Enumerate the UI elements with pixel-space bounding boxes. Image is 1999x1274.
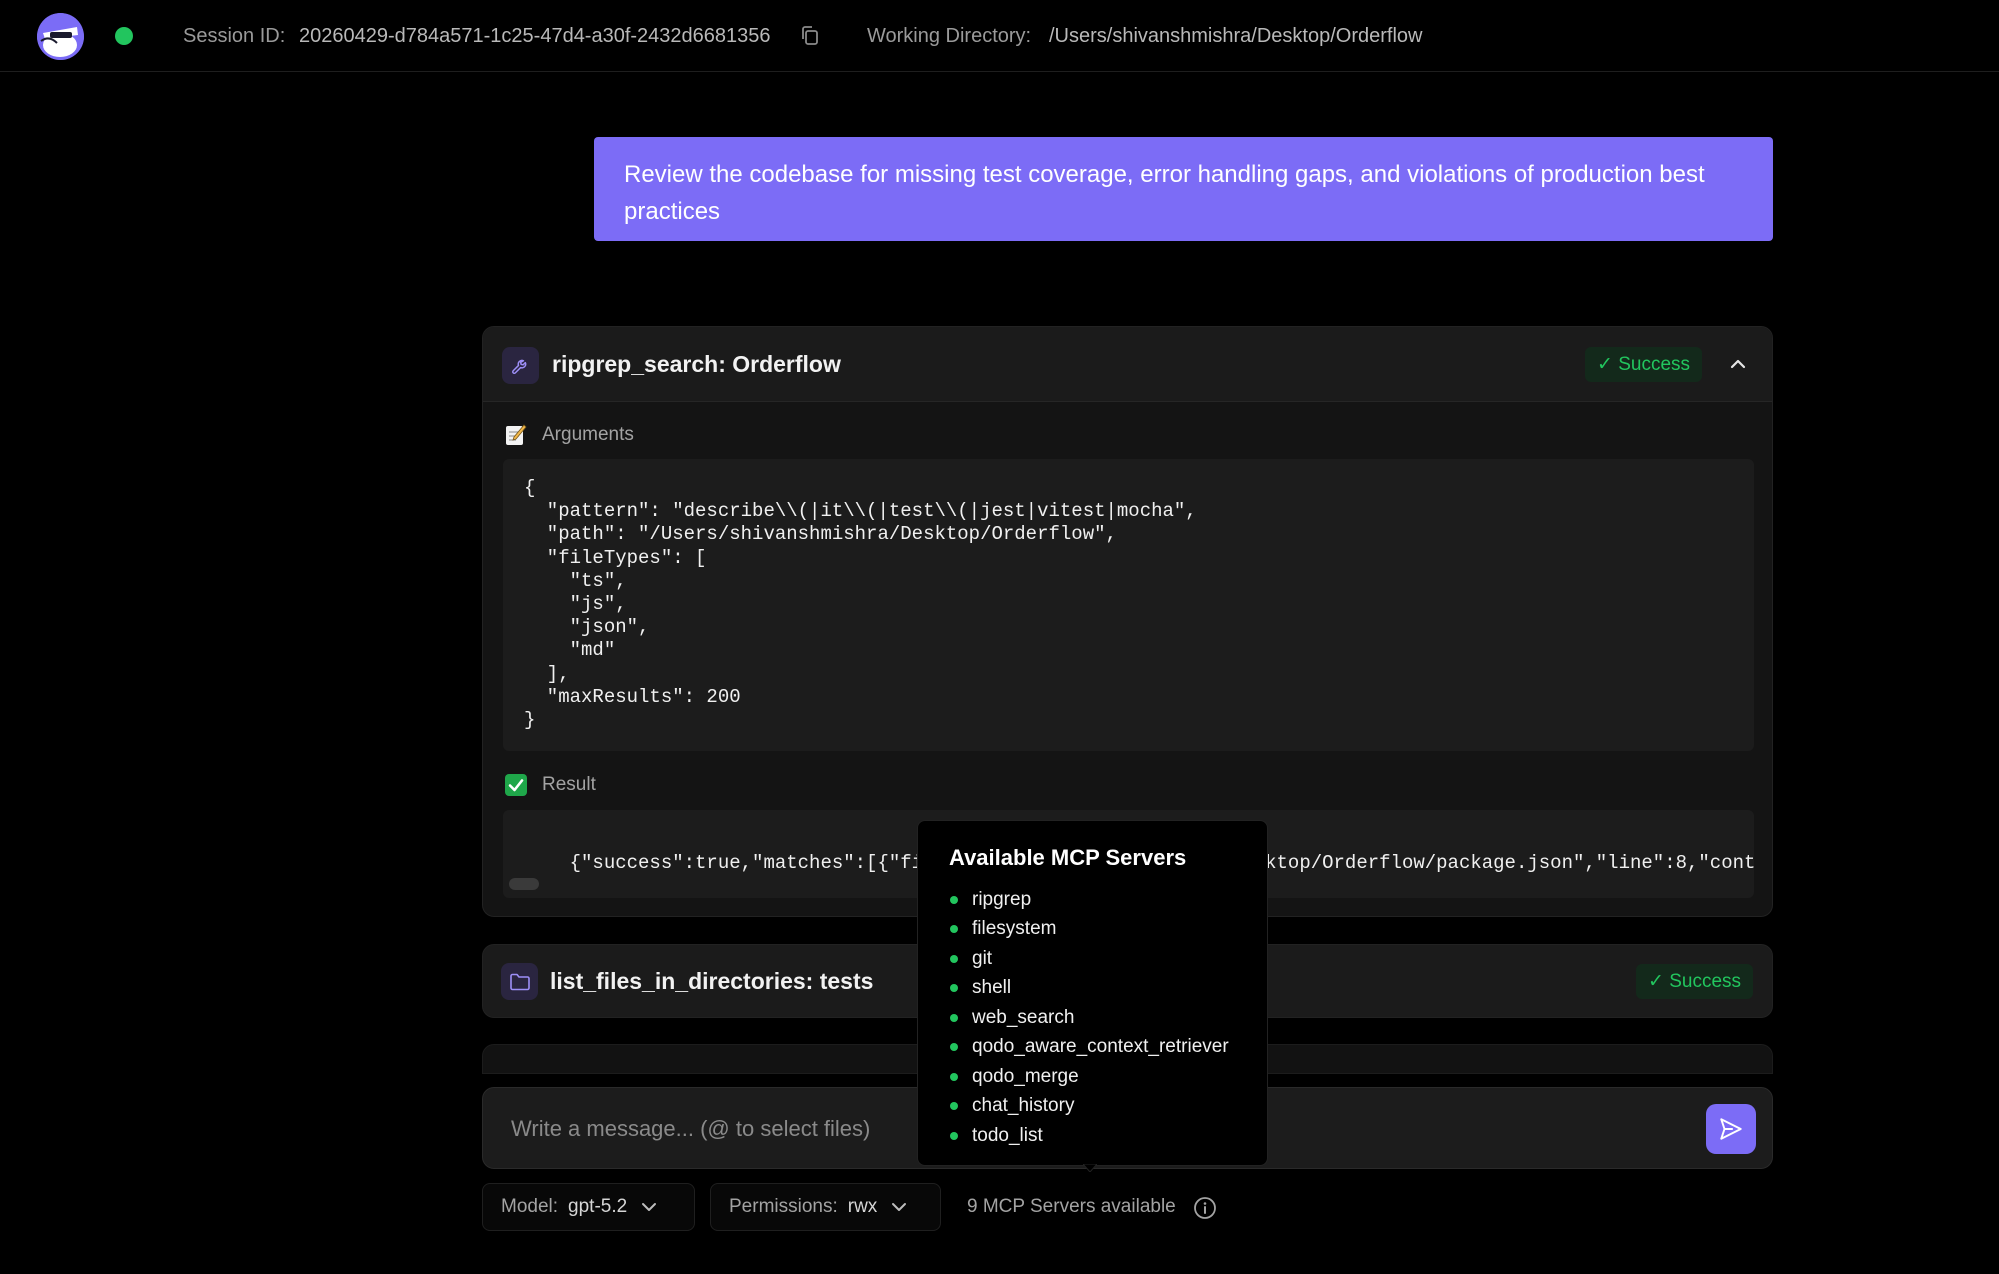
workdir-label: Working Directory: (867, 25, 1032, 47)
status-dot (950, 1102, 958, 1111)
result-label: Result (542, 774, 596, 795)
tool-header[interactable]: ripgrep_search: Orderflow ✓ Success (483, 327, 1772, 402)
mcp-server-item: chat_history (949, 1092, 1267, 1122)
status-badge: ✓ Success (1585, 347, 1703, 382)
folder-icon (501, 963, 538, 1000)
info-icon[interactable] (1193, 1196, 1217, 1220)
status-dot (950, 1131, 958, 1140)
permissions-selector[interactable]: Permissions: rwx (710, 1183, 941, 1231)
top-bar: Session ID: 20260429-d784a571-1c25-47d4-… (0, 0, 1999, 72)
memo-icon (505, 424, 527, 446)
status-badge: ✓ Success (1636, 964, 1754, 999)
chevron-down-icon (892, 1203, 907, 1211)
tooltip-title: Available MCP Servers (949, 845, 1187, 870)
mcp-server-name: web_search (972, 1006, 1075, 1028)
mcp-server-name: filesystem (972, 918, 1057, 940)
session-label: Session ID: (183, 25, 286, 47)
mcp-server-name: git (972, 947, 993, 969)
logo-icon (37, 13, 84, 60)
mcp-server-name: qodo_aware_context_retriever (972, 1036, 1229, 1058)
model-selector[interactable]: Model: gpt-5.2 (482, 1183, 695, 1231)
permissions-value: rwx (847, 1196, 878, 1217)
mcp-server-item: filesystem (949, 915, 1267, 945)
tool-title: ripgrep_search: Orderflow (552, 351, 841, 377)
mcp-server-name: ripgrep (972, 888, 1032, 910)
mcp-server-item: qodo_merge (949, 1062, 1267, 1092)
mcp-server-item: shell (949, 974, 1267, 1004)
tooltip-arrow (1083, 1164, 1097, 1172)
model-label: Model: (501, 1196, 559, 1217)
horizontal-scrollbar[interactable] (509, 878, 539, 890)
status-dot (950, 1072, 958, 1081)
chevron-up-icon[interactable] (1728, 354, 1748, 374)
workdir-path: /Users/shivanshmishra/Desktop/Orderflow (1049, 25, 1423, 47)
mcp-server-item: ripgrep (949, 885, 1267, 915)
status-dot (950, 1013, 958, 1022)
permissions-label: Permissions: (729, 1196, 838, 1217)
chevron-down-icon (642, 1203, 657, 1211)
mcp-server-item: web_search (949, 1003, 1267, 1033)
check-box-icon (505, 774, 527, 796)
mcp-server-name: qodo_merge (972, 1065, 1079, 1087)
arguments-code: { "pattern": "describe\\(|it\\(|test\\(|… (503, 459, 1754, 751)
send-icon (1720, 1118, 1742, 1140)
mcp-servers-tooltip: Available MCP Servers ripgrep filesystem… (917, 820, 1268, 1166)
mcp-server-name: chat_history (972, 1095, 1075, 1117)
mcp-server-name: todo_list (972, 1124, 1043, 1146)
wrench-icon (502, 347, 539, 384)
status-dot (950, 984, 958, 993)
arguments-label: Arguments (542, 424, 634, 445)
session-id: 20260429-d784a571-1c25-47d4-a30f-2432d66… (299, 25, 771, 47)
send-button[interactable] (1706, 1104, 1756, 1154)
copy-icon[interactable] (800, 25, 820, 47)
mcp-server-item: git (949, 944, 1267, 974)
status-dot (115, 27, 133, 45)
status-dot (950, 895, 958, 904)
status-dot (950, 925, 958, 934)
mcp-server-name: shell (972, 977, 1012, 999)
mcp-server-item: qodo_aware_context_retriever (949, 1033, 1267, 1063)
model-value: gpt-5.2 (568, 1196, 628, 1217)
user-message: Review the codebase for missing test cov… (594, 137, 1773, 241)
status-dot (950, 1043, 958, 1052)
mcp-server-item: todo_list (949, 1121, 1267, 1151)
status-dot (950, 954, 958, 963)
tool-title: list_files_in_directories: tests (550, 968, 874, 994)
mcp-servers-count: 9 MCP Servers available (967, 1196, 1176, 1217)
